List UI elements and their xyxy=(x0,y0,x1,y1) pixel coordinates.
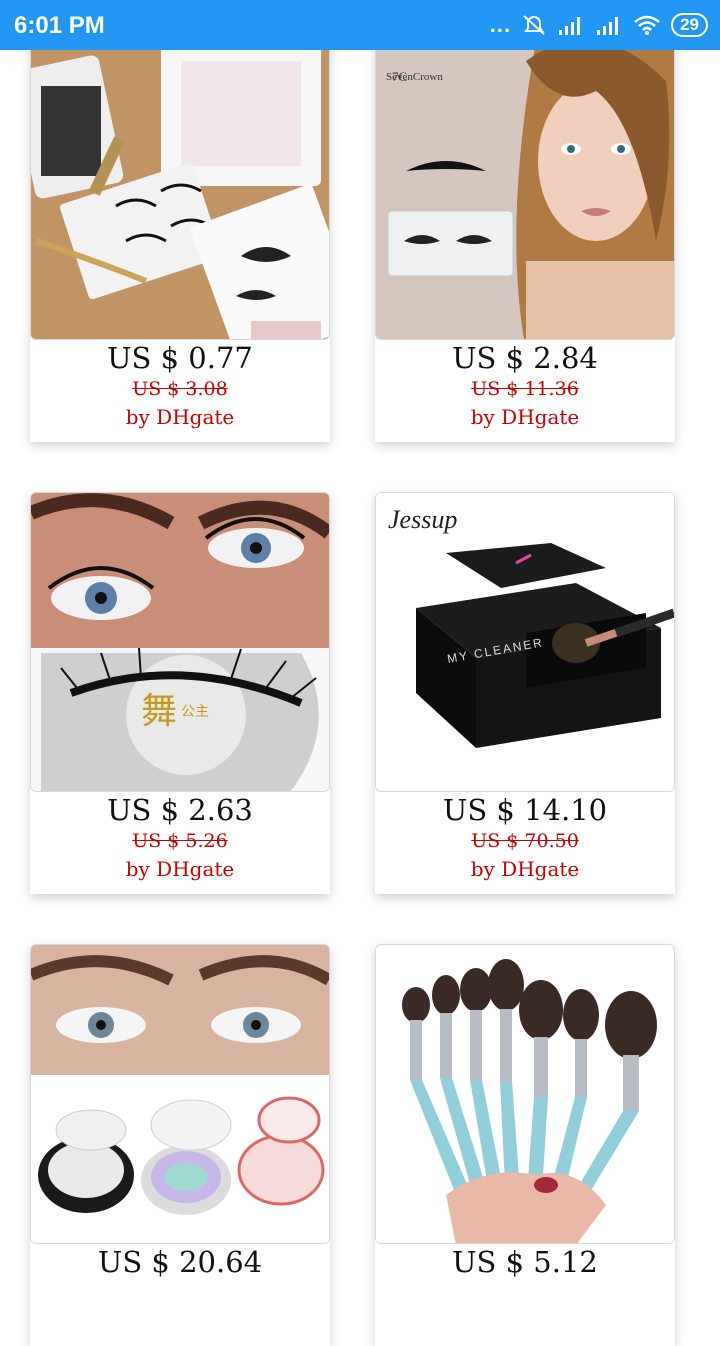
product-price: US $ 2.63 xyxy=(107,793,253,827)
brand-name: Jessup xyxy=(388,505,458,534)
signal-strength-icon-1 xyxy=(559,17,581,35)
battery-icon: 29 xyxy=(671,13,708,37)
status-icons: ... 29 xyxy=(490,10,708,40)
alarm-off-icon xyxy=(523,15,545,35)
product-card-2[interactable]: 7C SevenCrown US $ 2.84 US $ 11.36 by DH… xyxy=(375,40,675,442)
product-image-3[interactable]: 舞 公主 xyxy=(30,492,330,792)
wifi-icon xyxy=(634,15,660,35)
more-notifications-icon: ... xyxy=(489,12,512,37)
product-price: US $ 5.12 xyxy=(452,1245,598,1279)
product-original-price: US $ 70.50 xyxy=(471,830,579,852)
product-seller: by DHgate xyxy=(125,405,235,429)
product-image-2[interactable]: 7C SevenCrown xyxy=(375,40,675,340)
product-seller: by DHgate xyxy=(470,405,580,429)
status-bar: 6:01 PM ... 29 xyxy=(0,0,720,50)
signal-strength-icon-2 xyxy=(597,17,619,35)
product-card-4[interactable]: MY CLEANER Jessup US $ 14.10 US $ 70.50 … xyxy=(375,492,675,894)
product-seller: by DHgate xyxy=(470,857,580,881)
brush-set-image xyxy=(376,945,674,1243)
product-original-price: US $ 5.26 xyxy=(132,830,228,852)
product-price: US $ 14.10 xyxy=(442,793,608,827)
brush-cleaner-image: MY CLEANER xyxy=(376,493,674,791)
product-original-price: US $ 11.36 xyxy=(471,378,579,400)
product-card-6[interactable]: US $ 5.12 xyxy=(375,944,675,1346)
brand-name: SevenCrown xyxy=(386,71,443,83)
product-card-5[interactable]: US $ 20.64 xyxy=(30,944,330,1346)
lash-kit-image xyxy=(31,41,329,339)
product-price: US $ 0.77 xyxy=(107,341,253,375)
product-image-4[interactable]: MY CLEANER Jessup xyxy=(375,492,675,792)
sevencrown-image: 7C xyxy=(376,41,674,339)
mink-lashes-image: 舞 xyxy=(31,493,329,791)
product-image-6[interactable] xyxy=(375,944,675,1244)
product-price: US $ 2.84 xyxy=(452,341,598,375)
brand-mark-text: 公主 xyxy=(181,704,209,720)
product-card-3[interactable]: 舞 公主 US $ 2.63 US $ 5.26 by DHgate xyxy=(30,492,330,894)
status-time: 6:01 PM xyxy=(14,12,105,39)
product-card-1[interactable]: US $ 0.77 US $ 3.08 by DHgate xyxy=(30,40,330,442)
product-image-5[interactable] xyxy=(30,944,330,1244)
product-seller: by DHgate xyxy=(125,857,235,881)
product-price: US $ 20.64 xyxy=(97,1245,263,1279)
lash-cases-image xyxy=(31,945,329,1243)
product-original-price: US $ 3.08 xyxy=(132,378,228,400)
product-image-1[interactable] xyxy=(30,40,330,340)
gold-brand-mark: 舞 xyxy=(141,691,177,732)
